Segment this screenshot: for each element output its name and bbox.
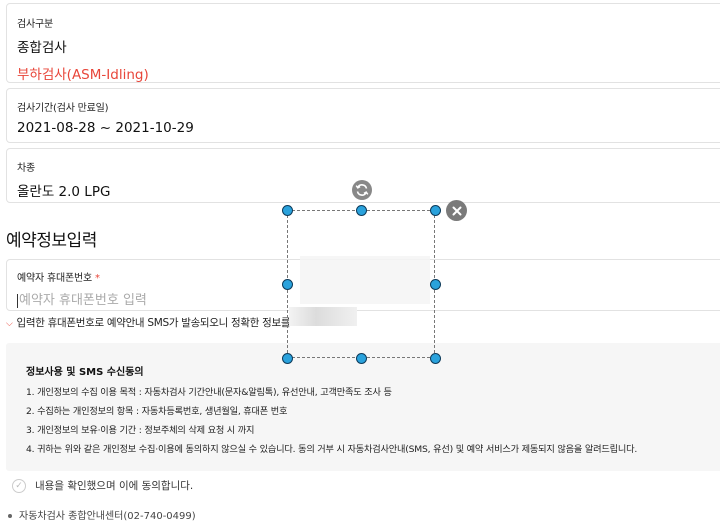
text-caret — [17, 293, 18, 308]
vehicle-type-label: 차종 — [17, 163, 35, 174]
crop-selection-box[interactable] — [287, 210, 435, 358]
crop-handle-top-left[interactable] — [282, 205, 293, 216]
inspection-sub-type: 부하검사(ASM-Idling) — [17, 67, 149, 83]
phone-input-placeholder: 예약자 휴대폰번호 입력 — [19, 293, 147, 308]
crop-handle-top-right[interactable] — [430, 205, 441, 216]
consent-line-4: 4. 귀하는 위와 같은 개인정보 수집·이용에 동의하지 않으실 수 있습니다… — [26, 444, 638, 455]
rotate-icon — [355, 184, 369, 196]
crop-handle-bottom-left[interactable] — [282, 353, 293, 364]
consent-title: 정보사용 및 SMS 수신동의 — [26, 367, 144, 378]
required-mark: * — [94, 273, 100, 284]
crop-handle-middle-right[interactable] — [430, 279, 441, 290]
phone-field-label: 예약자 휴대폰번호 — [17, 273, 92, 284]
center-info: 자동차검사 종합안내센터(02-740-0499) — [8, 507, 196, 522]
inspection-period-value: 2021-08-28 ~ 2021-10-29 — [17, 120, 194, 136]
inspection-period-label: 검사기간(검사 만료일) — [17, 103, 109, 114]
inspection-period-card: 검사기간(검사 만료일) 2021-08-28 ~ 2021-10-29 — [6, 88, 720, 143]
phone-hint-text: 입력한 휴대폰번호로 예약안내 SMS가 발송되오니 정확한 정보를 — [16, 317, 291, 329]
check-icon[interactable]: ✓ — [12, 478, 26, 493]
crop-handle-bottom-center[interactable] — [356, 353, 367, 364]
agree-label: 내용을 확인했으며 이에 동의합니다. — [35, 480, 194, 492]
agree-checkbox[interactable]: ✓ 내용을 확인했으며 이에 동의합니다. — [12, 478, 193, 493]
center-info-text: 자동차검사 종합안내센터(02-740-0499) — [19, 511, 196, 522]
bullet-icon — [8, 514, 12, 518]
consent-line-1: 1. 개인정보의 수집 이용 목적 : 자동차검사 기간안내(문자&알림톡), … — [26, 387, 392, 398]
consent-line-2: 2. 수집하는 개인정보의 항목 : 자동차등록번호, 생년월일, 휴대폰 번호 — [26, 406, 288, 417]
crop-handle-middle-left[interactable] — [282, 279, 293, 290]
phone-hint: ⌵ 입력한 휴대폰번호로 예약안내 SMS가 발송되오니 정확한 정보를 — [6, 315, 291, 330]
reservation-section-title: 예약정보입력 — [6, 231, 97, 251]
rotate-button[interactable] — [352, 180, 372, 200]
chevron-down-icon: ⌵ — [6, 319, 13, 329]
consent-line-3: 3. 개인정보의 보유·이용 기간 : 정보주체의 삭제 요청 시 까지 — [26, 425, 255, 436]
inspection-type-value: 종합검사 — [17, 40, 67, 56]
inspection-type-card: 검사구분 종합검사 부하검사(ASM-Idling) — [6, 3, 720, 83]
close-button[interactable] — [446, 200, 467, 221]
crop-handle-top-center[interactable] — [356, 205, 367, 216]
inspection-type-label: 검사구분 — [17, 19, 53, 30]
crop-handle-bottom-right[interactable] — [430, 353, 441, 364]
close-icon — [452, 206, 461, 215]
